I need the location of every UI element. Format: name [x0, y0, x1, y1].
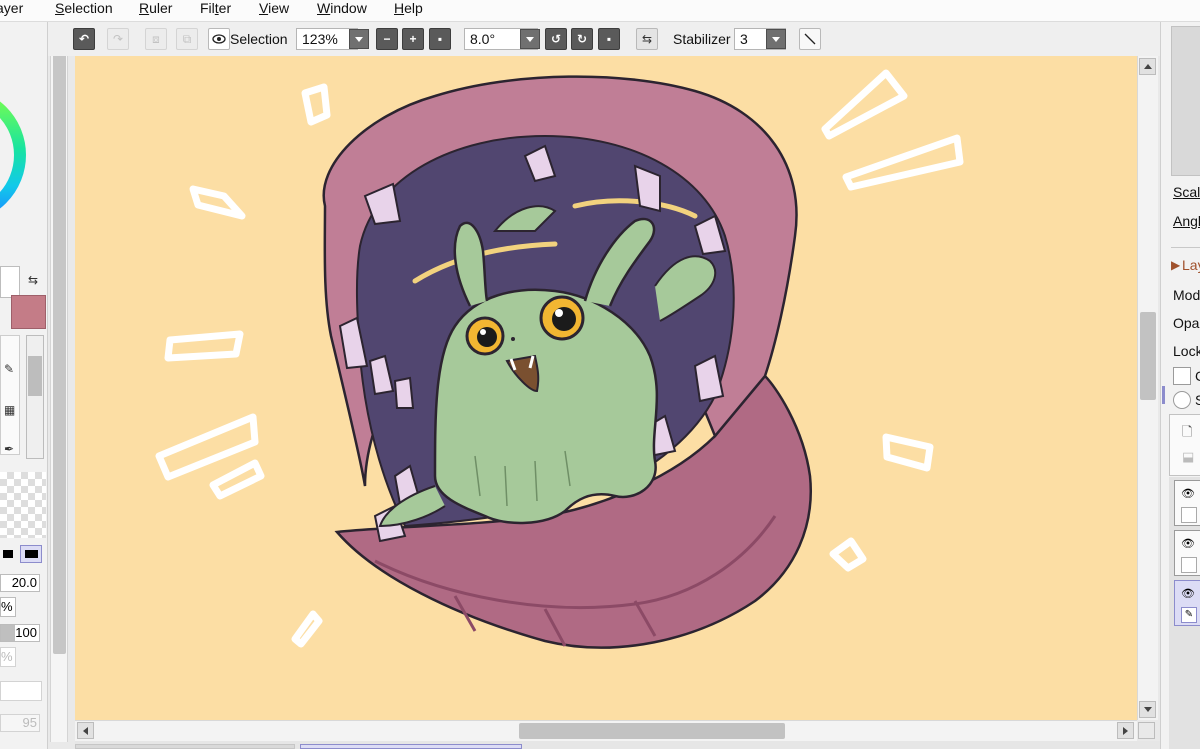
- brush-preview: [0, 472, 46, 538]
- density-value: 100: [15, 625, 37, 640]
- flip-horizontal-button[interactable]: ⇆: [636, 28, 658, 50]
- invert-selection-button[interactable]: ⧉: [176, 28, 198, 50]
- menu-bar: ayer Selection Ruler Filter View Window …: [0, 0, 1200, 22]
- chevron-down-icon: [772, 36, 780, 42]
- left-panel-scrollbar[interactable]: [50, 46, 68, 742]
- tool-list: ✎ ▦ ✒: [0, 335, 20, 456]
- chevron-down-icon: [1143, 707, 1152, 712]
- scroll-up-button[interactable]: [1139, 58, 1156, 75]
- canvas-vertical-scrollbar[interactable]: [1137, 56, 1158, 720]
- eye-icon[interactable]: 👁: [1181, 487, 1195, 500]
- panel-splitter[interactable]: [1162, 386, 1165, 404]
- chevron-left-icon: [83, 726, 88, 735]
- pattern-icon[interactable]: ▦: [4, 403, 15, 417]
- option-field[interactable]: [0, 681, 42, 701]
- layer-tools: 🗋 ⬓: [1169, 414, 1200, 476]
- swap-colors-icon[interactable]: ⇆: [28, 273, 38, 287]
- chevron-up-icon: [1143, 64, 1152, 69]
- vertical-scroll-thumb[interactable]: [1140, 312, 1156, 400]
- density-field[interactable]: 100: [0, 624, 40, 642]
- layer-panel-header[interactable]: Lay: [1182, 257, 1200, 273]
- layer-row[interactable]: 👁: [1174, 480, 1200, 526]
- deselect-button[interactable]: ⧈: [145, 28, 167, 50]
- left-tool-panel: ⇆ ✎ ▦ ✒ 20.0 % 100 % 95: [0, 22, 48, 749]
- menu-help[interactable]: Help: [394, 0, 423, 21]
- stabilizer-label: Stabilizer: [673, 31, 731, 47]
- scroll-left-button[interactable]: [77, 722, 94, 739]
- menu-filter[interactable]: Filter: [200, 0, 231, 21]
- lock-label: Lock: [1173, 343, 1200, 359]
- artwork-illustration: [155, 69, 964, 649]
- min-size-field[interactable]: %: [0, 597, 16, 617]
- redo-button[interactable]: ↷: [107, 28, 129, 50]
- primary-color-swatch[interactable]: [11, 295, 46, 329]
- eye-icon[interactable]: 👁: [1181, 587, 1195, 600]
- canvas-tab-bar: [75, 741, 1160, 749]
- scroll-corner: [1138, 722, 1155, 739]
- scale-label: Scale: [1173, 184, 1200, 200]
- pen-icon[interactable]: ✒: [4, 442, 14, 456]
- chevron-down-icon: [355, 36, 363, 42]
- toolbar: ↶ ↷ ⧈ ⧉ Selection 123% − + ▪ 8.0° ↺ ↻ ▪ …: [48, 22, 1160, 56]
- layer-row-selected[interactable]: 👁 ✎: [1174, 580, 1200, 626]
- new-layer-icon[interactable]: 🗋: [1182, 423, 1192, 445]
- scroll-down-button[interactable]: [1139, 701, 1156, 718]
- brush-icon[interactable]: ✎: [4, 362, 14, 376]
- eye-icon: [212, 34, 226, 44]
- navigator-preview[interactable]: [1171, 26, 1200, 176]
- zoom-in-button[interactable]: +: [402, 28, 424, 50]
- blend-mode-label: Mode: [1173, 287, 1200, 303]
- stabilizer-dropdown-button[interactable]: [766, 29, 786, 49]
- selection-label: Selection: [230, 31, 288, 47]
- menu-ruler[interactable]: Ruler: [139, 0, 172, 21]
- caret-right-icon[interactable]: ▶: [1171, 258, 1180, 272]
- chevron-right-icon: [1123, 726, 1128, 735]
- opacity-label: Opac: [1173, 315, 1200, 331]
- rotation-reset-button[interactable]: ▪: [598, 28, 620, 50]
- blend-field[interactable]: %: [0, 647, 16, 667]
- horizontal-scroll-thumb[interactable]: [519, 723, 785, 739]
- tool-scrollbar[interactable]: [26, 335, 44, 459]
- canvas-tab-active[interactable]: [300, 744, 522, 749]
- secondary-color-swatch[interactable]: [0, 266, 20, 298]
- scroll-right-button[interactable]: [1117, 722, 1134, 739]
- pencil-icon[interactable]: ✎: [1181, 607, 1197, 623]
- clipping-label: C: [1195, 368, 1200, 384]
- zoom-out-button[interactable]: −: [376, 28, 398, 50]
- new-folder-icon[interactable]: ⬓: [1182, 449, 1194, 465]
- menu-window[interactable]: Window: [317, 0, 367, 21]
- zoom-reset-button[interactable]: ▪: [429, 28, 451, 50]
- eye-icon[interactable]: 👁: [1181, 537, 1195, 550]
- drawing-canvas[interactable]: [75, 56, 1137, 720]
- rotation-dropdown-button[interactable]: [520, 29, 540, 49]
- right-panel: Scale Angl ▶ Lay Mode Opac Lock C S 🗋 ⬓ …: [1160, 22, 1200, 749]
- brush-shape-selected[interactable]: [20, 545, 42, 563]
- zoom-dropdown-button[interactable]: [349, 29, 369, 49]
- brush-size-field[interactable]: 20.0: [0, 574, 40, 592]
- rotate-cw-button[interactable]: ↻: [571, 28, 593, 50]
- rotate-ccw-button[interactable]: ↺: [545, 28, 567, 50]
- left-scroll-thumb[interactable]: [53, 54, 66, 654]
- line-icon: [804, 33, 816, 45]
- selection-visibility-toggle[interactable]: [208, 28, 230, 50]
- angle-label: Angl: [1173, 213, 1200, 229]
- canvas-horizontal-scrollbar[interactable]: [75, 720, 1137, 741]
- persistence-field[interactable]: 95: [0, 714, 40, 732]
- brush-shape-small[interactable]: [0, 545, 16, 563]
- chevron-down-icon: [526, 36, 534, 42]
- selection-source-radio[interactable]: [1173, 391, 1191, 409]
- clipping-checkbox[interactable]: [1173, 367, 1191, 385]
- undo-button[interactable]: ↶: [73, 28, 95, 50]
- line-tool-button[interactable]: [799, 28, 821, 50]
- layer-row[interactable]: 👁: [1174, 530, 1200, 576]
- canvas-tab[interactable]: [75, 744, 295, 749]
- menu-layer[interactable]: ayer: [0, 0, 23, 21]
- menu-view[interactable]: View: [259, 0, 289, 21]
- paint-tool-sai-window: ayer Selection Ruler Filter View Window …: [0, 0, 1200, 749]
- selection-source-label: S: [1195, 392, 1200, 408]
- menu-selection[interactable]: Selection: [55, 0, 113, 21]
